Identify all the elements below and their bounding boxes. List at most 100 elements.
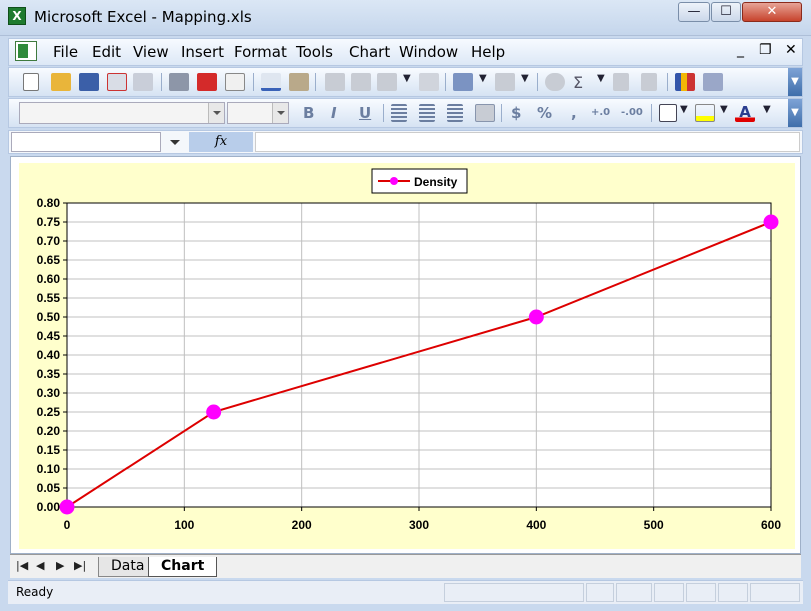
doc-minimize-button[interactable]: _: [737, 42, 744, 58]
doc-restore-button[interactable]: ❐: [759, 42, 772, 58]
paste-icon[interactable]: [377, 73, 397, 91]
toolbar-separator: [315, 73, 316, 91]
chart-area[interactable]: 0.00 0.05 0.10 0.15 0.20 0.25 0.30 0.35 0.40 0.45…: [19, 163, 795, 549]
paste-dropdown-icon[interactable]: ▼: [403, 73, 411, 84]
currency-button[interactable]: $: [511, 104, 521, 122]
y-tick-label: 0.60: [37, 272, 61, 286]
spelling-icon[interactable]: [261, 73, 281, 91]
chart-svg: 0.00 0.05 0.10 0.15 0.20 0.25 0.30 0.35 0.40 0.45…: [37, 168, 781, 532]
previous-sheet-icon[interactable]: ◀: [36, 559, 44, 572]
print-icon[interactable]: [169, 73, 189, 91]
decrease-decimal-button[interactable]: -.00: [621, 107, 643, 118]
maximize-button[interactable]: ☐: [711, 2, 741, 22]
font-name-box[interactable]: [19, 102, 225, 124]
chart-wizard-icon[interactable]: [675, 73, 695, 91]
undo-icon[interactable]: [453, 73, 473, 91]
autosum-dropdown-icon[interactable]: ▼: [597, 73, 605, 84]
menu-help[interactable]: Help: [471, 43, 505, 61]
drawing-icon[interactable]: [703, 73, 723, 91]
toolbar-options-icon[interactable]: ▼: [788, 68, 802, 96]
doc-close-button[interactable]: ✕: [785, 42, 797, 58]
borders-icon[interactable]: [659, 104, 677, 122]
font-color-icon[interactable]: A: [735, 104, 755, 122]
name-box[interactable]: [11, 132, 161, 152]
tab-chart[interactable]: Chart: [148, 557, 218, 577]
formula-input[interactable]: [255, 132, 800, 152]
comma-button[interactable]: ,: [571, 104, 577, 122]
menu-chart[interactable]: Chart: [349, 43, 390, 61]
title-bar: X Microsoft Excel - Mapping.xls — ☐ ✕: [0, 0, 811, 36]
menu-window[interactable]: Window: [399, 43, 458, 61]
menu-insert[interactable]: Insert: [181, 43, 224, 61]
research-icon[interactable]: [197, 73, 217, 91]
open-icon[interactable]: [51, 73, 71, 91]
toolbar-separator: [253, 73, 254, 91]
menu-edit[interactable]: Edit: [92, 43, 121, 61]
redo-dropdown-icon[interactable]: ▼: [521, 73, 529, 84]
cut-icon[interactable]: [325, 73, 345, 91]
data-point: [763, 214, 779, 230]
toolbar-separator: [651, 104, 652, 122]
borders-dropdown-icon[interactable]: ▼: [680, 104, 688, 115]
minimize-button[interactable]: —: [678, 2, 710, 22]
save-icon[interactable]: [79, 73, 99, 91]
permission-icon[interactable]: [107, 73, 127, 91]
menu-format[interactable]: Format: [234, 43, 287, 61]
align-left-icon[interactable]: [391, 104, 407, 122]
fill-color-icon[interactable]: [695, 104, 715, 122]
underline-button[interactable]: U: [359, 104, 371, 122]
copy-icon[interactable]: [351, 73, 371, 91]
y-tick-label: 0.35: [37, 367, 61, 381]
font-size-box[interactable]: [227, 102, 289, 124]
y-tick-label: 0.10: [37, 462, 61, 476]
email-icon[interactable]: [133, 73, 153, 91]
research-book-icon[interactable]: [289, 73, 309, 91]
font-dropdown-icon[interactable]: [208, 103, 224, 123]
y-tick-label: 0.15: [37, 443, 61, 457]
name-box-dropdown-icon[interactable]: [162, 132, 188, 152]
undo-dropdown-icon[interactable]: ▼: [479, 73, 487, 84]
workbook-icon[interactable]: [15, 41, 37, 61]
last-sheet-icon[interactable]: ▶|: [74, 559, 86, 572]
merge-center-icon[interactable]: [475, 104, 495, 122]
close-button[interactable]: ✕: [742, 2, 802, 22]
x-tick-label: 300: [409, 518, 429, 532]
align-right-icon[interactable]: [447, 104, 463, 122]
y-tick-label: 0.25: [37, 405, 61, 419]
align-center-icon[interactable]: [419, 104, 435, 122]
print-preview-icon[interactable]: [225, 73, 245, 91]
x-tick-label: 500: [644, 518, 664, 532]
y-tick-label: 0.40: [37, 348, 61, 362]
font-size-dropdown-icon[interactable]: [272, 103, 288, 123]
sort-descending-icon[interactable]: [641, 73, 657, 91]
redo-icon[interactable]: [495, 73, 515, 91]
chart-sheet: 0.00 0.05 0.10 0.15 0.20 0.25 0.30 0.35 0.40 0.45…: [10, 156, 801, 554]
format-painter-icon[interactable]: [419, 73, 439, 91]
bold-button[interactable]: B: [303, 104, 314, 122]
y-tick-label: 0.55: [37, 291, 61, 305]
menu-file[interactable]: File: [53, 43, 78, 61]
italic-button[interactable]: I: [331, 104, 337, 122]
autosum-icon[interactable]: Σ: [573, 73, 593, 92]
y-tick-label: 0.75: [37, 215, 61, 229]
increase-decimal-button[interactable]: +.0: [591, 107, 610, 118]
new-icon[interactable]: [23, 73, 39, 91]
percent-button[interactable]: %: [537, 104, 552, 122]
sort-ascending-icon[interactable]: [613, 73, 629, 91]
y-tick-label: 0.70: [37, 234, 61, 248]
toolbar-separator: [667, 73, 668, 91]
font-color-dropdown-icon[interactable]: ▼: [763, 104, 771, 115]
next-sheet-icon[interactable]: ▶: [56, 559, 64, 572]
formatting-toolbar: B I U $ % , +.0 -.00 ▼ ▼ A ▼ ▼: [8, 98, 803, 128]
fill-color-dropdown-icon[interactable]: ▼: [720, 104, 728, 115]
excel-app-icon[interactable]: X: [8, 7, 26, 25]
menu-tools[interactable]: Tools: [296, 43, 333, 61]
toolbar-options-icon[interactable]: ▼: [788, 99, 802, 127]
status-bar: Ready: [8, 580, 803, 604]
toolbar-separator: [501, 104, 502, 122]
y-tick-label: 0.30: [37, 386, 61, 400]
hyperlink-icon[interactable]: [545, 73, 565, 91]
insert-function-button[interactable]: fx: [189, 132, 253, 152]
menu-view[interactable]: View: [133, 43, 169, 61]
first-sheet-icon[interactable]: |◀: [16, 559, 28, 572]
